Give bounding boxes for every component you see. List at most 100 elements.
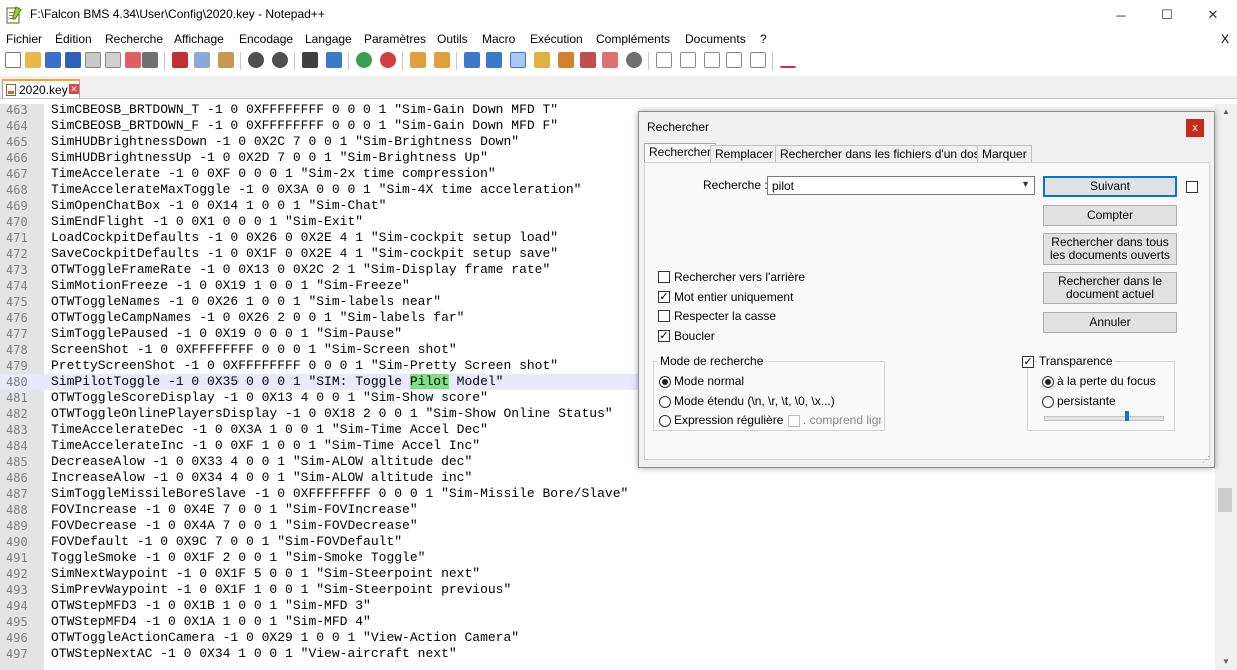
tab-remplacer[interactable]: Remplacer [710, 145, 779, 163]
tab-rechercher[interactable]: Rechercher [644, 143, 717, 164]
paste-icon[interactable] [218, 52, 234, 68]
menu-documents[interactable]: Documents [685, 32, 746, 46]
code-line[interactable]: 490 FOVDefault -1 0 0X9C 7 0 0 1 "Sim-FOV… [0, 534, 1215, 550]
line-text: SaveCockpitDefaults -1 0 0X1F 0 0X2E 4 1… [51, 246, 558, 262]
code-line[interactable]: 487 SimToggleMissileBoreSlave -1 0 0XFFFF… [0, 486, 1215, 502]
save-icon[interactable] [45, 52, 61, 68]
code-line[interactable]: 495 OTWStepMFD4 -1 0 0X1A 1 0 0 1 "Sim-MF… [0, 614, 1215, 630]
dialog-close-button[interactable]: x [1186, 119, 1204, 137]
replace-icon[interactable] [326, 52, 342, 68]
undo-icon[interactable] [248, 52, 264, 68]
newline-checkbox[interactable] [788, 415, 800, 427]
match-case-checkbox[interactable] [658, 310, 670, 322]
menu-langage[interactable]: Langage [305, 32, 352, 46]
copy-icon[interactable] [194, 52, 210, 68]
sync-horizontal-icon[interactable] [434, 52, 450, 68]
tab-2020-key[interactable]: 2020.key ✕ [2, 79, 80, 98]
play-macro-icon[interactable] [704, 52, 720, 68]
close-all-icon[interactable] [105, 52, 121, 68]
spell-check-icon[interactable] [780, 52, 796, 68]
close-window-button[interactable]: ✕ [1190, 0, 1236, 30]
search-input[interactable]: pilot ▼ [767, 176, 1035, 195]
menu-affichage[interactable]: Affichage [174, 32, 224, 46]
code-line[interactable]: 494 OTWStepMFD3 -1 0 0X1B 1 0 0 1 "Sim-MF… [0, 598, 1215, 614]
wrap-checkbox[interactable]: ✓ [658, 330, 670, 342]
run-macro-multiple-icon[interactable] [726, 52, 742, 68]
menu-complements[interactable]: Compléments [596, 32, 670, 46]
doc-map-icon[interactable] [558, 52, 574, 68]
mode-regex-radio[interactable] [659, 415, 671, 427]
cut-icon[interactable] [172, 52, 188, 68]
tab-rechercher-dossier[interactable]: Rechercher dans les fichiers d'un dossie… [775, 145, 1005, 163]
transparency-slider-thumb[interactable] [1124, 411, 1129, 421]
code-line[interactable]: 496 OTWToggleActionCamera -1 0 0X29 1 0 0… [0, 630, 1215, 646]
code-line[interactable]: 493 SimPrevWaypoint -1 0 0X1F 1 0 0 1 "Si… [0, 582, 1215, 598]
menu-help[interactable]: ? [760, 32, 767, 46]
menu-edition[interactable]: Édition [55, 32, 92, 46]
code-line[interactable]: 489 FOVDecrease -1 0 0X4A 7 0 0 1 "Sim-FO… [0, 518, 1215, 534]
line-text: OTWToggleActionCamera -1 0 0X29 1 0 0 1 … [51, 630, 519, 646]
menu-macro[interactable]: Macro [482, 32, 515, 46]
save-macro-icon[interactable] [750, 52, 766, 68]
mode-extended-label: Mode étendu (\n, \r, \t, \0, \x...) [674, 394, 835, 408]
minimize-button[interactable]: ─ [1098, 0, 1144, 30]
menu-parametres[interactable]: Paramètres [364, 32, 426, 46]
find-all-open-button[interactable]: Rechercher dans tous les documents ouver… [1043, 233, 1177, 265]
next-button[interactable]: Suivant [1043, 176, 1177, 197]
whole-word-checkbox[interactable]: ✓ [658, 291, 670, 303]
code-line[interactable]: 491 ToggleSmoke -1 0 0X1F 2 0 0 1 "Sim-Sm… [0, 550, 1215, 566]
word-wrap-icon[interactable] [464, 52, 480, 68]
code-line[interactable]: 486 IncreaseAlow -1 0 0X34 4 0 0 1 "Sim-A… [0, 470, 1215, 486]
find-all-current-button[interactable]: Rechercher dans le document actuel [1043, 272, 1177, 304]
close-file-icon[interactable] [85, 52, 101, 68]
record-macro-icon[interactable] [656, 52, 672, 68]
scroll-up-icon[interactable]: ▲ [1215, 104, 1237, 120]
vertical-scrollbar[interactable]: ▲ ▼ [1215, 104, 1237, 670]
tab-marquer[interactable]: Marquer [977, 145, 1032, 163]
redo-icon[interactable] [272, 52, 288, 68]
scroll-down-icon[interactable]: ▼ [1215, 654, 1237, 670]
on-lose-focus-radio[interactable] [1042, 376, 1054, 388]
mode-extended-radio[interactable] [659, 396, 671, 408]
open-file-icon[interactable] [25, 52, 41, 68]
print-icon[interactable] [142, 52, 158, 68]
mode-normal-radio[interactable] [659, 376, 671, 388]
count-button[interactable]: Compter [1043, 205, 1177, 226]
tab-close-icon[interactable]: ✕ [69, 84, 79, 94]
find-icon[interactable] [302, 52, 318, 68]
menu-execution[interactable]: Exécution [530, 32, 583, 46]
menu-recherche[interactable]: Recherche [105, 32, 163, 46]
always-radio[interactable] [1042, 396, 1054, 408]
code-line[interactable]: 492 SimNextWaypoint -1 0 0X1F 5 0 0 1 "Si… [0, 566, 1215, 582]
scroll-thumb[interactable] [1218, 488, 1232, 512]
transparency-checkbox[interactable]: ✓ [1022, 356, 1034, 368]
new-file-icon[interactable] [5, 52, 21, 68]
menu-encodage[interactable]: Encodage [239, 32, 293, 46]
stop-macro-icon[interactable] [680, 52, 696, 68]
function-list-icon[interactable] [580, 52, 596, 68]
monitoring-icon[interactable] [626, 52, 642, 68]
save-all-icon[interactable] [65, 52, 81, 68]
indent-guide-icon[interactable] [510, 52, 526, 68]
menu-fichier[interactable]: Fichier [6, 32, 42, 46]
zoom-out-icon[interactable] [380, 52, 396, 68]
folder-workspace-icon[interactable] [602, 52, 618, 68]
sync-vertical-icon[interactable] [410, 52, 426, 68]
close-document-menu-icon[interactable]: X [1221, 32, 1229, 46]
user-language-icon[interactable] [534, 52, 550, 68]
line-number: 474 [6, 279, 28, 293]
extra-option-checkbox[interactable] [1186, 181, 1198, 193]
chevron-down-icon[interactable]: ▼ [1021, 179, 1030, 189]
code-line[interactable]: 488 FOVIncrease -1 0 0X4E 7 0 0 1 "Sim-FO… [0, 502, 1215, 518]
line-text-segment: TimeAccelerateDec -1 0 0X3A 1 0 0 1 "Sim… [51, 422, 488, 437]
code-line[interactable]: 497 OTWStepNextAC -1 0 0X34 1 0 0 1 "View… [0, 646, 1215, 662]
menu-outils[interactable]: Outils [437, 32, 468, 46]
zoom-in-icon[interactable] [356, 52, 372, 68]
cancel-button[interactable]: Annuler [1043, 312, 1177, 333]
show-all-chars-icon[interactable] [486, 52, 502, 68]
backward-checkbox[interactable] [658, 271, 670, 283]
resize-grip-icon[interactable]: ⋰ [1202, 455, 1212, 465]
transparency-slider[interactable] [1044, 416, 1164, 421]
close-all-but-icon[interactable] [125, 52, 141, 68]
maximize-button[interactable]: ☐ [1144, 0, 1190, 30]
